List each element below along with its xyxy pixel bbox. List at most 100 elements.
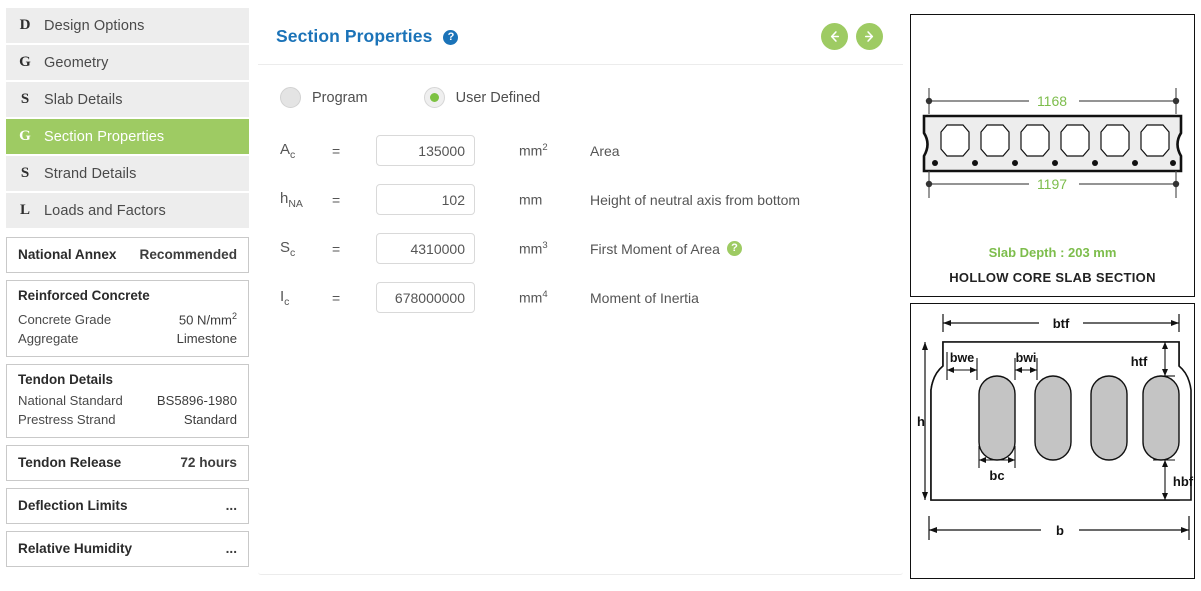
description-text: Area xyxy=(590,142,620,159)
card-value: 50 N/mm2 xyxy=(179,307,237,329)
hbf-label: hbf xyxy=(1173,474,1194,489)
unit-base: mm xyxy=(519,289,543,306)
section-properties-form: Ac = mm 2 Area hNA = mm Height of neutral… xyxy=(258,108,903,322)
card-key: National Annex xyxy=(18,247,117,262)
sidebar-item-loads-and-factors[interactable]: L Loads and Factors xyxy=(6,193,249,230)
radio-program[interactable]: Program xyxy=(280,87,368,108)
card-tendon-details[interactable]: Tendon Details National Standard BS5896-… xyxy=(6,364,249,439)
card-value-sup: 2 xyxy=(231,311,237,321)
card-deflection-limits[interactable]: Deflection Limits ... xyxy=(6,488,249,525)
field-symbol: Ac xyxy=(280,141,332,161)
sidebar-item-label: Design Options xyxy=(44,17,145,34)
slab-depth-label: Slab Depth : 203 mm xyxy=(988,245,1117,260)
card-row: Tendon Release 72 hours xyxy=(18,453,237,472)
card-title: Tendon Details xyxy=(18,372,113,388)
description-text: Height of neutral axis from bottom xyxy=(590,191,801,208)
card-value-text: 50 N/mm xyxy=(178,312,232,328)
card-key: National Standard xyxy=(18,393,123,409)
card-key: Aggregate xyxy=(18,331,79,347)
htf-label: htf xyxy=(1131,354,1148,369)
symbol-sub: NA xyxy=(288,197,303,210)
bwi-label: bwi xyxy=(1016,351,1037,365)
first-moment-input[interactable] xyxy=(376,233,475,264)
card-tendon-release[interactable]: Tendon Release 72 hours xyxy=(6,445,249,482)
arrow-left-icon xyxy=(830,30,840,42)
card-title: Reinforced Concrete xyxy=(18,288,150,303)
h-label: h xyxy=(917,414,925,429)
sidebar-item-strand-details[interactable]: S Strand Details xyxy=(6,156,249,193)
sidebar-item-slab-details[interactable]: S Slab Details xyxy=(6,82,249,119)
card-reinforced-concrete[interactable]: Reinforced Concrete Concrete Grade 50 N/… xyxy=(6,280,249,358)
arrow-right-icon xyxy=(864,30,874,42)
description-text: Moment of Inertia xyxy=(590,289,699,306)
card-value: ... xyxy=(225,541,237,557)
design-options-icon: D xyxy=(19,17,31,33)
field-symbol: Sc xyxy=(280,239,332,259)
equals-sign: = xyxy=(332,289,341,306)
section-properties-icon: G xyxy=(19,128,31,144)
parameter-diagram-panel: btf h bwe bwi bc htf hbf b xyxy=(910,303,1195,579)
unit-sup: 2 xyxy=(542,142,548,154)
card-key: Deflection Limits xyxy=(18,498,128,514)
form-row-first-moment: Sc = mm3 First Moment of Area? xyxy=(280,224,903,273)
symbol-sub: c xyxy=(290,246,296,259)
sidebar-item-geometry[interactable]: G Geometry xyxy=(6,45,249,82)
unit-base: mm xyxy=(519,240,543,257)
card-value: BS5896-1980 xyxy=(156,393,237,409)
radio-indicator xyxy=(280,87,301,108)
form-row-moment-of-inertia: Ic = mm4 Moment of Inertia xyxy=(280,273,903,322)
card-value: Recommended xyxy=(139,247,237,262)
field-symbol: Ic xyxy=(280,288,332,308)
card-row: National Standard BS5896-1980 xyxy=(18,391,237,410)
card-value: Limestone xyxy=(176,331,237,347)
field-unit: mm xyxy=(519,191,590,208)
description-text: First Moment of Area xyxy=(590,240,720,257)
field-unit: mm3 xyxy=(519,240,590,257)
next-button[interactable] xyxy=(856,22,883,50)
neutral-axis-input[interactable] xyxy=(376,184,475,215)
top-dimension-label: 1168 xyxy=(1037,93,1067,109)
sidebar: D Design Options G Geometry S Slab Detai… xyxy=(6,8,249,568)
field-description: Height of neutral axis from bottom xyxy=(590,192,800,208)
radio-indicator-selected xyxy=(423,87,445,108)
equals-sign: = xyxy=(332,191,341,208)
bottom-dimension-label: 1197 xyxy=(1037,176,1067,192)
btf-label: btf xyxy=(1053,316,1070,331)
field-unit: mm4 xyxy=(519,289,590,306)
card-row: Aggregate Limestone xyxy=(18,329,237,348)
nav-arrows xyxy=(821,22,883,50)
equals-sign: = xyxy=(332,142,341,159)
card-row: Prestress Strand Standard xyxy=(18,410,237,429)
field-description: First Moment of Area? xyxy=(590,241,742,257)
page-title: Section Properties xyxy=(276,25,433,46)
card-national-annex[interactable]: National Annex Recommended xyxy=(6,237,249,273)
help-icon[interactable]: ? xyxy=(443,29,459,45)
unit-sup: 4 xyxy=(542,289,548,301)
sidebar-item-design-options[interactable]: D Design Options xyxy=(6,8,249,45)
moment-of-inertia-input[interactable] xyxy=(376,282,475,313)
radio-user-defined[interactable]: User Defined xyxy=(423,87,540,108)
sidebar-item-label: Strand Details xyxy=(44,165,137,182)
card-relative-humidity[interactable]: Relative Humidity ... xyxy=(6,531,249,568)
sidebar-item-label: Geometry xyxy=(44,54,109,71)
card-row: Deflection Limits ... xyxy=(18,496,237,515)
sidebar-item-label: Section Properties xyxy=(44,128,165,145)
card-row: Relative Humidity ... xyxy=(18,539,237,558)
main-header: Section Properties ? xyxy=(258,8,903,65)
unit-sup: 3 xyxy=(542,240,548,252)
field-description: Area xyxy=(590,143,620,159)
symbol-sub: c xyxy=(284,295,290,308)
symbol-sub: c xyxy=(290,148,296,161)
field-symbol: hNA xyxy=(280,190,332,210)
sidebar-item-section-properties[interactable]: G Section Properties xyxy=(6,119,249,156)
card-key: Concrete Grade xyxy=(18,312,112,328)
first-moment-help-icon[interactable]: ? xyxy=(726,241,742,256)
previous-button[interactable] xyxy=(821,22,848,50)
radio-label: Program xyxy=(312,89,368,106)
area-input[interactable] xyxy=(376,135,475,166)
main-panel: Section Properties ? Program User Define… xyxy=(258,8,903,575)
loads-and-factors-icon: L xyxy=(19,202,30,218)
mode-radio-group: Program User Defined xyxy=(258,65,903,108)
sidebar-item-label: Slab Details xyxy=(44,91,123,108)
card-key: Relative Humidity xyxy=(18,541,133,557)
